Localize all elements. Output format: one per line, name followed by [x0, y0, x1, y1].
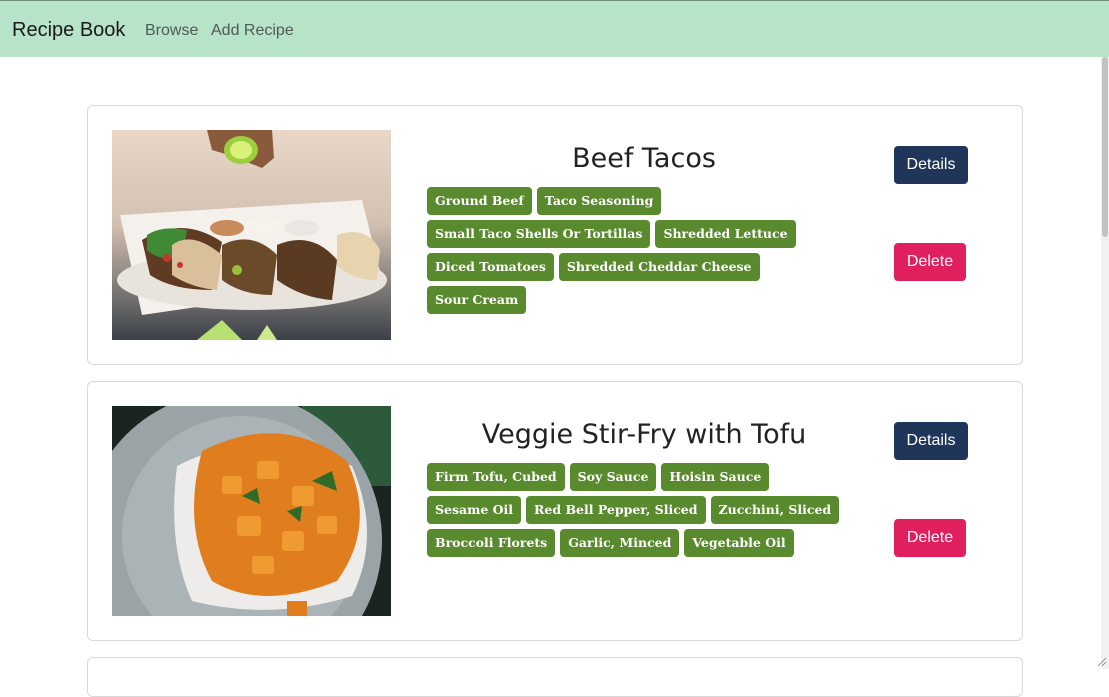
- ingredient-tag: Soy Sauce: [570, 463, 657, 491]
- recipe-photo: [112, 130, 391, 340]
- brand-link[interactable]: Recipe Book: [12, 19, 125, 42]
- ingredient-tag: Garlic, Minced: [560, 529, 679, 557]
- details-button[interactable]: Details: [894, 422, 968, 460]
- ingredient-tag: Shredded Cheddar Cheese: [559, 253, 760, 281]
- recipe-photo: [112, 406, 391, 616]
- ingredient-tag: Sour Cream: [427, 286, 526, 314]
- ingredient-tag: Vegetable Oil: [684, 529, 793, 557]
- ingredient-tag: Ground Beef: [427, 187, 532, 215]
- ingredient-tag: Hoisin Sauce: [661, 463, 769, 491]
- delete-button[interactable]: Delete: [894, 519, 966, 557]
- ingredient-tags: Ground Beef Taco Seasoning Small Taco Sh…: [427, 187, 847, 314]
- recipe-card: Veggie Stir-Fry with Tofu Firm Tofu, Cub…: [87, 381, 1023, 641]
- nav-browse-link[interactable]: Browse: [145, 22, 198, 40]
- recipe-card: Beef Tacos Ground Beef Taco Seasoning Sm…: [87, 105, 1023, 365]
- ingredient-tag: Diced Tomatoes: [427, 253, 554, 281]
- ingredient-tag: Broccoli Florets: [427, 529, 555, 557]
- delete-button[interactable]: Delete: [894, 243, 966, 281]
- ingredient-tag: Sesame Oil: [427, 496, 521, 524]
- ingredient-tag: Small Taco Shells Or Tortillas: [427, 220, 650, 248]
- navbar: Recipe Book Browse Add Recipe: [0, 0, 1109, 57]
- nav-add-recipe-link[interactable]: Add Recipe: [211, 22, 294, 40]
- ingredient-tag: Red Bell Pepper, Sliced: [526, 496, 705, 524]
- details-button[interactable]: Details: [894, 146, 968, 184]
- ingredient-tags: Firm Tofu, Cubed Soy Sauce Hoisin Sauce …: [427, 463, 847, 557]
- ingredient-tag: Firm Tofu, Cubed: [427, 463, 565, 491]
- ingredient-tag: Zucchini, Sliced: [711, 496, 840, 524]
- recipe-title: Beef Tacos: [426, 143, 862, 174]
- ingredient-tag: Taco Seasoning: [537, 187, 662, 215]
- scrollbar-thumb[interactable]: [1102, 57, 1108, 237]
- ingredient-tag: Shredded Lettuce: [655, 220, 795, 248]
- scrollbar[interactable]: [1101, 57, 1109, 669]
- recipe-card: [87, 657, 1023, 697]
- recipe-title: Veggie Stir-Fry with Tofu: [426, 419, 862, 450]
- resize-grip-icon[interactable]: [1095, 655, 1107, 667]
